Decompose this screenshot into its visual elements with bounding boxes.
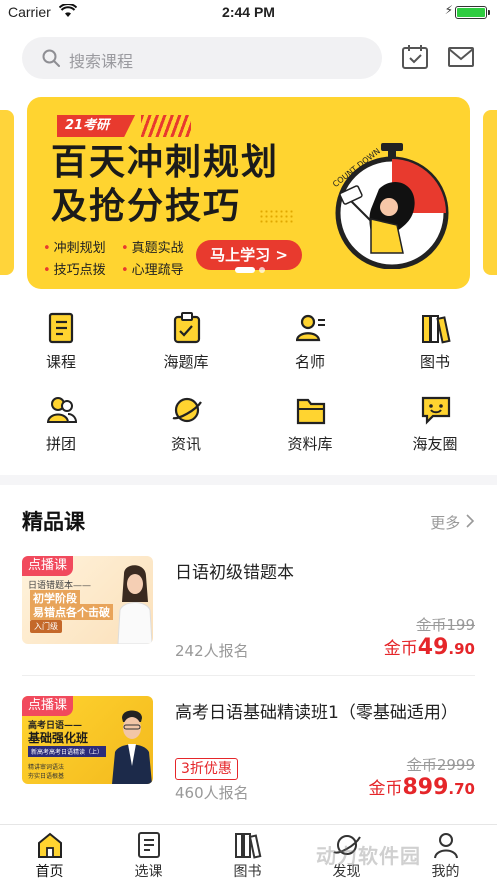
search-icon <box>42 49 60 71</box>
status-bar: Carrier 2:44 PM ⚡ <box>0 0 497 26</box>
course-icon <box>47 312 77 344</box>
battery-icon <box>455 6 490 19</box>
thumb-text: 精讲审词语法 <box>28 764 65 771</box>
home-icon <box>36 831 64 859</box>
banner-tag: 21考研 <box>57 115 136 137</box>
original-price: 金币2999 <box>406 756 475 774</box>
promo-banner[interactable]: 21考研 百天冲刺规划 及抢分技巧 冲刺规划 真题实战 技巧点拨 心理疏导 马上… <box>27 97 470 289</box>
tab-label: 首页 <box>35 864 64 880</box>
bottom-tab-bar: 首页 选课 图书 发现 我的 <box>0 824 497 883</box>
course-card[interactable]: 点播课 日语错题本—— 初学阶段 易错点各个击破 入门级 日语初级错题本 242… <box>0 556 497 666</box>
banner-prev-peek[interactable] <box>0 110 14 275</box>
price-prefix: 金币 <box>368 779 403 799</box>
books-icon <box>421 312 451 344</box>
chevron-right-icon <box>465 514 475 532</box>
nav-item-news[interactable]: 资讯 <box>136 388 236 458</box>
nav-item-friends-circle[interactable]: 海友圈 <box>385 388 485 458</box>
tab-label: 图书 <box>233 864 262 880</box>
course-name: 高考日语基础精读班1（零基础适用） <box>175 703 458 723</box>
pager-active-indicator <box>235 267 255 273</box>
price-decimal: .90 <box>448 640 475 658</box>
banner-title-line2: 及抢分技巧 <box>51 186 242 227</box>
select-course-icon <box>135 831 163 859</box>
price-decimal: .70 <box>448 780 475 798</box>
group-buy-icon <box>46 394 78 426</box>
teacher-photo <box>117 565 152 644</box>
more-label: 更多 <box>430 514 461 532</box>
course-type-badge: 点播课 <box>22 556 74 576</box>
news-icon <box>172 394 202 426</box>
current-price: 金币49.90 <box>384 634 475 660</box>
course-thumbnail: 点播课 日语错题本—— 初学阶段 易错点各个击破 入门级 <box>22 556 153 644</box>
enroll-count: 460人报名 <box>175 784 249 802</box>
banner-learn-button[interactable]: 马上学习 > <box>196 240 302 270</box>
row-separator <box>22 675 475 676</box>
thumb-text: 易错点各个击破 <box>30 604 113 620</box>
banner-point: 冲刺规划 <box>43 237 106 256</box>
banner-stripes <box>141 115 191 137</box>
tab-label: 选课 <box>134 864 163 880</box>
nav-item-course[interactable]: 课程 <box>11 306 111 376</box>
more-link[interactable]: 更多 <box>430 512 475 533</box>
search-placeholder: 搜索课程 <box>69 52 134 71</box>
banner-point: 真题实战 <box>121 237 184 256</box>
pager-dot <box>259 267 265 273</box>
tab-select-course[interactable]: 选课 <box>99 825 198 883</box>
banner-decoration <box>259 209 295 225</box>
course-card[interactable]: 点播课 高考日语—— 基础强化班 新高考高考日语精读（上） 精讲审词语法 夯实日… <box>0 696 497 806</box>
course-thumbnail: 点播课 高考日语—— 基础强化班 新高考高考日语精读（上） 精讲审词语法 夯实日… <box>22 696 153 784</box>
mail-icon[interactable] <box>447 44 475 70</box>
category-grid: 课程 海题库 名师 图书 拼团 资讯 资料库 海友圈 <box>0 306 497 466</box>
watermark: 动力软件园 <box>316 844 421 868</box>
chat-icon <box>421 394 451 426</box>
price-integer: 49 <box>417 635 449 660</box>
tab-home[interactable]: 首页 <box>0 825 99 883</box>
charging-icon: ⚡ <box>444 3 453 17</box>
nav-item-library[interactable]: 资料库 <box>260 388 360 458</box>
nav-item-label: 海友圈 <box>412 435 458 453</box>
discount-badge: 3折优惠 <box>175 758 238 780</box>
nav-item-label: 图书 <box>419 353 450 371</box>
profile-icon <box>432 831 460 859</box>
current-price: 金币899.70 <box>368 774 475 800</box>
thumb-text: 夯实日语根基 <box>28 773 65 780</box>
thumb-text: 入门级 <box>30 620 62 633</box>
question-bank-icon <box>172 312 202 344</box>
search-input[interactable]: 搜索课程 <box>22 37 382 79</box>
thumb-text: 新高考高考日语精读（上） <box>28 746 107 757</box>
original-price: 金币199 <box>416 616 475 634</box>
stopwatch-illustration: COUNT DOWN <box>319 129 469 273</box>
banner-point: 技巧点拨 <box>43 259 106 278</box>
search-row: 搜索课程 <box>0 36 497 80</box>
banner-title-line1: 百天冲刺规划 <box>51 142 280 183</box>
calendar-icon[interactable] <box>401 44 429 70</box>
tab-books[interactable]: 图书 <box>198 825 297 883</box>
nav-item-label: 海题库 <box>163 353 209 371</box>
price-prefix: 金币 <box>383 639 418 659</box>
nav-item-label: 课程 <box>45 353 76 371</box>
status-time: 2:44 PM <box>222 4 275 20</box>
nav-item-label: 资料库 <box>287 435 333 453</box>
thumb-text: 基础强化班 <box>28 731 89 745</box>
teacher-icon <box>295 312 326 344</box>
course-type-badge: 点播课 <box>22 696 74 716</box>
nav-item-group-buy[interactable]: 拼团 <box>11 388 111 458</box>
nav-item-question-bank[interactable]: 海题库 <box>136 306 236 376</box>
folder-icon <box>296 394 326 426</box>
nav-item-teacher[interactable]: 名师 <box>260 306 360 376</box>
banner-point: 心理疏导 <box>121 259 184 278</box>
section-title: 精品课 <box>22 510 85 534</box>
nav-item-label: 名师 <box>294 353 325 371</box>
nav-item-books[interactable]: 图书 <box>385 306 485 376</box>
teacher-photo <box>112 710 152 784</box>
enroll-count: 242人报名 <box>175 642 249 660</box>
section-divider <box>0 475 497 485</box>
banner-next-peek[interactable] <box>483 110 497 275</box>
nav-item-label: 资讯 <box>170 435 201 453</box>
books-icon <box>234 831 262 859</box>
price-integer: 899 <box>402 775 449 800</box>
nav-item-label: 拼团 <box>45 435 76 453</box>
course-name: 日语初级错题本 <box>175 563 294 583</box>
